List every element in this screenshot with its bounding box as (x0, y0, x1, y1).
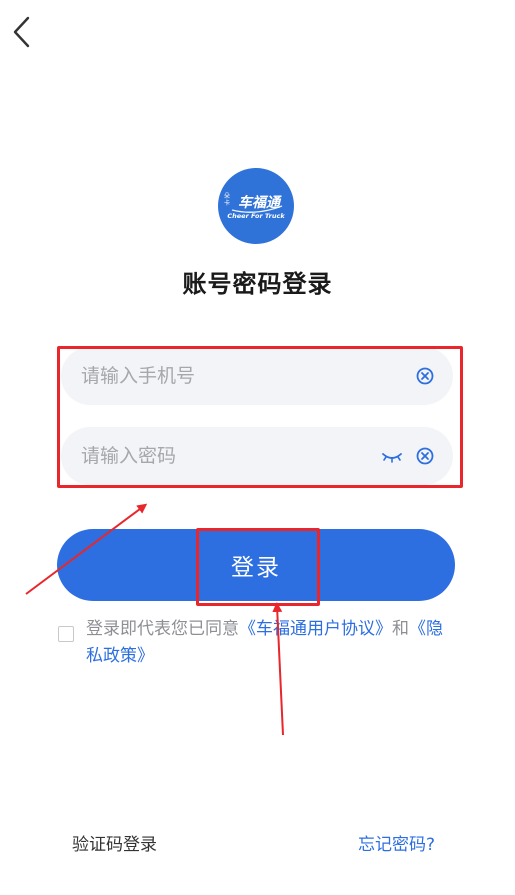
logo-brand-cn: 车福通 (238, 195, 280, 211)
agreement-joiner: 和 (392, 619, 409, 639)
agreement-checkbox[interactable] (58, 626, 74, 642)
password-input[interactable] (81, 427, 381, 485)
clear-circle-icon[interactable] (415, 366, 435, 386)
sms-login-link[interactable]: 验证码登录 (72, 830, 157, 855)
user-agreement-link[interactable]: 《车福通用户协议》 (239, 619, 392, 639)
login-page: 朵卡 车福通 Cheer For Truck 账号密码登录 登录 登录即代表您已… (0, 0, 515, 895)
chevron-left-icon (13, 16, 30, 48)
back-button[interactable] (6, 12, 40, 52)
password-field (61, 427, 453, 485)
phone-field (61, 347, 453, 405)
eye-closed-icon[interactable] (381, 448, 403, 464)
logo-brand-en: Cheer For Truck (227, 212, 285, 220)
phone-input[interactable] (81, 347, 381, 405)
login-button[interactable]: 登录 (57, 529, 455, 601)
agreement-text: 登录即代表您已同意《车福通用户协议》和《隐私政策》 (86, 616, 456, 670)
app-logo: 朵卡 车福通 Cheer For Truck (218, 168, 294, 244)
agreement-prefix: 登录即代表您已同意 (86, 619, 239, 639)
clear-circle-icon[interactable] (415, 446, 435, 466)
page-title: 账号密码登录 (182, 270, 333, 298)
forgot-password-link[interactable]: 忘记密码? (358, 830, 435, 855)
